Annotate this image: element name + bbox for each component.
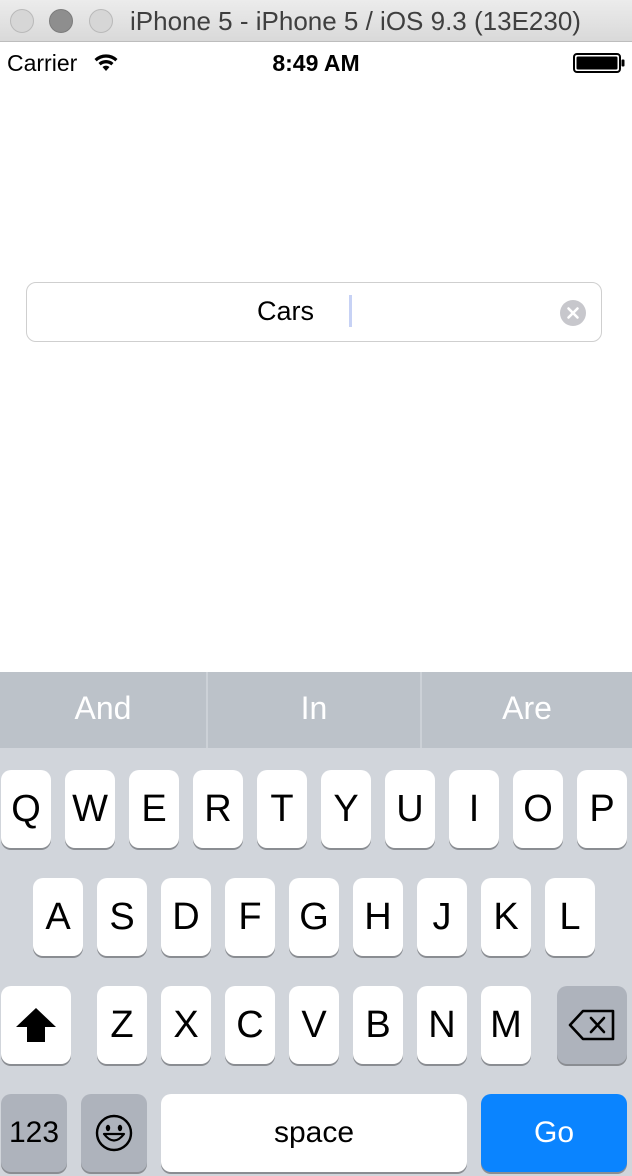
emoji-smiley-icon (95, 1114, 133, 1152)
shift-key[interactable] (1, 986, 71, 1064)
status-bar: Carrier 8:49 AM (0, 42, 632, 82)
key-h[interactable]: H (353, 878, 403, 956)
clear-circle-icon (567, 307, 579, 319)
window-close-button[interactable] (10, 9, 34, 33)
keyboard: And In Are Q W E R T Y U I O P A S D F G… (0, 672, 632, 1176)
key-m[interactable]: M (481, 986, 531, 1064)
key-w[interactable]: W (65, 770, 115, 848)
key-y[interactable]: Y (321, 770, 371, 848)
key-r[interactable]: R (193, 770, 243, 848)
simulator-titlebar: iPhone 5 - iPhone 5 / iOS 9.3 (13E230) (0, 0, 632, 42)
clear-text-button[interactable] (560, 300, 586, 326)
key-b[interactable]: B (353, 986, 403, 1064)
key-v[interactable]: V (289, 986, 339, 1064)
space-key[interactable]: space (161, 1094, 467, 1172)
key-f[interactable]: F (225, 878, 275, 956)
predictive-bar: And In Are (0, 672, 632, 748)
key-o[interactable]: O (513, 770, 563, 848)
key-q[interactable]: Q (1, 770, 51, 848)
shift-arrow-icon (16, 1008, 56, 1042)
key-n[interactable]: N (417, 986, 467, 1064)
window-minimize-button[interactable] (49, 9, 73, 33)
go-key[interactable]: Go (481, 1094, 627, 1172)
window-zoom-button[interactable] (89, 9, 113, 33)
key-l[interactable]: L (545, 878, 595, 956)
key-z[interactable]: Z (97, 986, 147, 1064)
key-x[interactable]: X (161, 986, 211, 1064)
key-g[interactable]: G (289, 878, 339, 956)
delete-key[interactable] (557, 986, 627, 1064)
numbers-key[interactable]: 123 (1, 1094, 67, 1172)
key-s[interactable]: S (97, 878, 147, 956)
window-title: iPhone 5 - iPhone 5 / iOS 9.3 (13E230) (130, 6, 581, 36)
key-e[interactable]: E (129, 770, 179, 848)
key-j[interactable]: J (417, 878, 467, 956)
battery-full-icon (573, 53, 625, 73)
suggestion-2[interactable]: In (208, 672, 420, 748)
key-a[interactable]: A (33, 878, 83, 956)
key-p[interactable]: P (577, 770, 627, 848)
key-u[interactable]: U (385, 770, 435, 848)
suggestion-1[interactable]: And (0, 672, 206, 748)
key-k[interactable]: K (481, 878, 531, 956)
suggestion-3[interactable]: Are (422, 672, 632, 748)
backspace-icon (568, 1009, 615, 1041)
key-d[interactable]: D (161, 878, 211, 956)
text-input[interactable]: Cars (26, 282, 602, 342)
text-cursor (349, 295, 352, 327)
text-input-value: Cars (257, 296, 315, 326)
key-i[interactable]: I (449, 770, 499, 848)
key-t[interactable]: T (257, 770, 307, 848)
key-c[interactable]: C (225, 986, 275, 1064)
status-time: 8:49 AM (272, 50, 360, 76)
emoji-key[interactable] (81, 1094, 147, 1172)
